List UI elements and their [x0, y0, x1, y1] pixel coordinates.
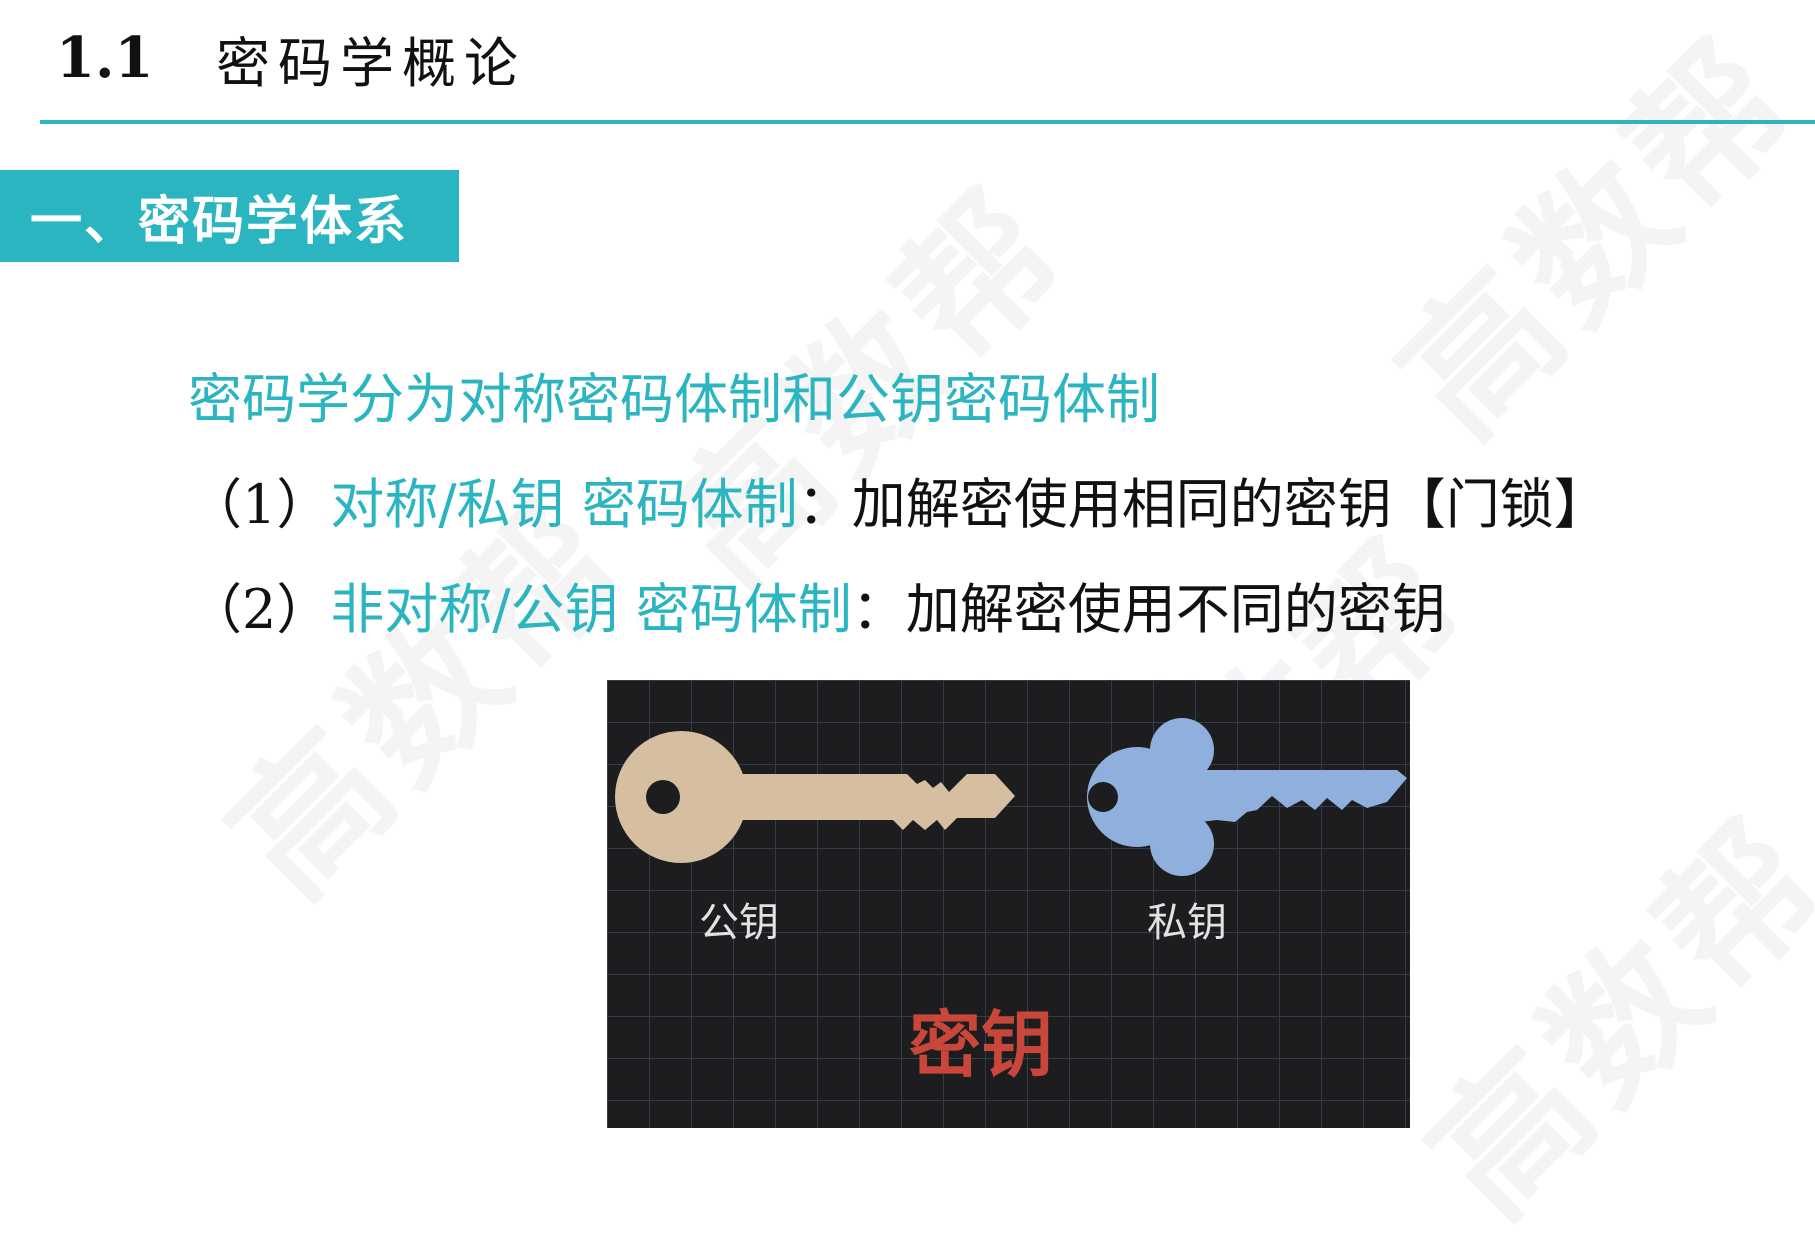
key-illustration: 公钥 私钥 密钥 [607, 680, 1410, 1128]
key-caption: 密钥 [909, 1003, 1053, 1087]
section-number: 1.1 [56, 25, 154, 91]
header-divider [40, 120, 1815, 124]
watermark: 高数帮 [1374, 762, 1815, 1255]
item-term: 对称/私钥 密码体制 [330, 473, 798, 536]
item-description: 加解密使用相同的密钥【门锁】 [851, 473, 1608, 536]
item-number: （1） [188, 473, 331, 536]
subsection-banner: 一、密码学体系 [0, 170, 459, 262]
subsection-title: 一、密码学体系 [30, 191, 409, 252]
private-key-label: 私钥 [1147, 900, 1227, 946]
item-term: 非对称/公钥 密码体制 [330, 578, 852, 641]
public-key-label: 公钥 [699, 900, 779, 946]
slide-header: 1.1 密码学概论 [56, 18, 526, 98]
section-title: 密码学概论 [216, 31, 526, 95]
list-item: （1） 对称/私钥 密码体制 ： 加解密使用相同的密钥【门锁】 [188, 460, 1608, 539]
item-colon: ： [851, 578, 906, 641]
item-number: （2） [188, 578, 331, 641]
item-description: 加解密使用不同的密钥 [905, 578, 1446, 641]
list-item: （2） 非对称/公钥 密码体制 ： 加解密使用不同的密钥 [188, 565, 1446, 644]
intro-text: 密码学分为对称密码体制和公钥密码体制 [188, 368, 1160, 431]
watermark: 高数帮 [1344, 0, 1815, 475]
item-colon: ： [797, 473, 852, 536]
